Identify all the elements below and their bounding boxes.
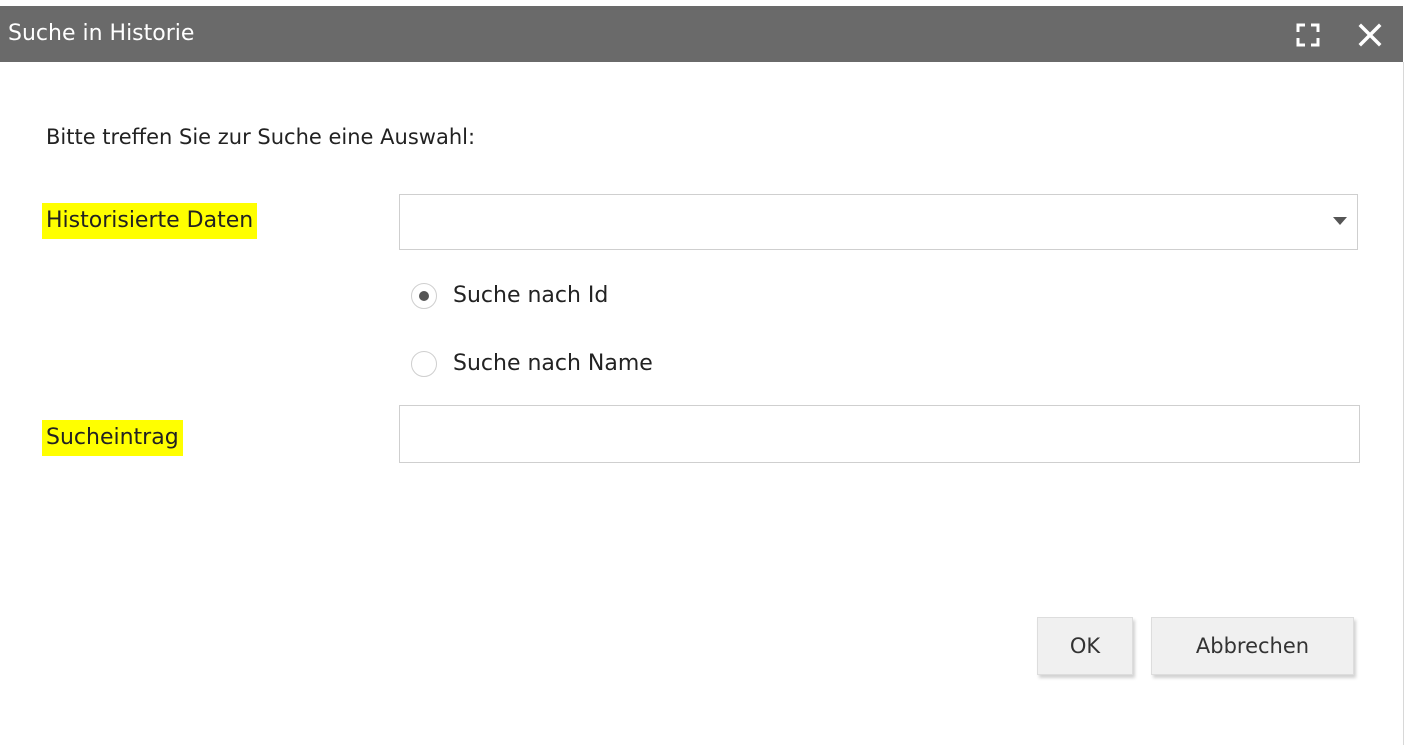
dialog-right-border	[1403, 62, 1404, 745]
maximize-icon[interactable]	[1296, 23, 1320, 47]
radio-label-search-by-id: Suche nach Id	[453, 283, 609, 308]
ok-button[interactable]: OK	[1037, 617, 1133, 675]
close-icon[interactable]	[1357, 22, 1383, 48]
dialog-title: Suche in Historie	[8, 21, 195, 46]
instruction-text: Bitte treffen Sie zur Suche eine Auswahl…	[46, 125, 476, 149]
radio-label-search-by-name: Suche nach Name	[453, 351, 653, 376]
radio-button-checked[interactable]	[411, 283, 437, 309]
search-entry-label: Sucheintrag	[42, 420, 183, 456]
historized-data-select[interactable]	[399, 194, 1358, 250]
radio-button-unchecked[interactable]	[411, 351, 437, 377]
search-entry-input[interactable]	[399, 405, 1360, 463]
historized-data-label: Historisierte Daten	[42, 203, 258, 239]
cancel-button[interactable]: Abbrechen	[1151, 617, 1354, 675]
chevron-down-icon[interactable]	[1333, 217, 1347, 225]
search-history-dialog: Suche in Historie Bitte treffen Sie zur …	[0, 0, 1413, 745]
dialog-titlebar: Suche in Historie	[0, 6, 1403, 62]
